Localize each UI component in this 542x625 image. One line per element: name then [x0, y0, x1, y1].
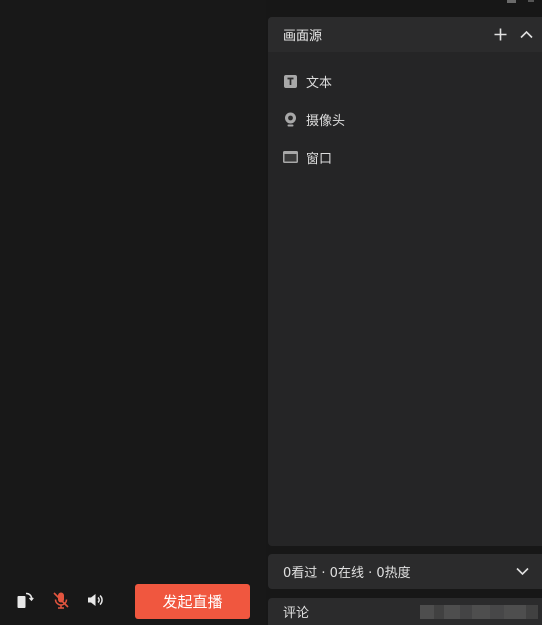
stats-bar[interactable]: 0看过 · 0在线 · 0热度 [268, 554, 542, 589]
minimize-icon[interactable] [507, 0, 516, 3]
comments-bar[interactable]: 评论 [268, 598, 542, 625]
comments-label: 评论 [283, 606, 310, 621]
go-live-button[interactable]: 发起直播 [135, 584, 250, 619]
volume-icon[interactable] [85, 590, 105, 610]
chevron-down-icon[interactable] [512, 562, 532, 582]
chevron-up-icon[interactable] [516, 25, 536, 45]
source-item-camera[interactable]: 摄像头 [268, 100, 542, 138]
source-item-label: 摄像头 [306, 113, 346, 129]
window-icon [283, 150, 298, 165]
source-list: 文本 摄像头 窗口 [268, 52, 542, 176]
sources-title: 画面源 [283, 29, 323, 44]
live-studio-window: 画面源 文本 摄像头 窗口 0看过 · 0在线 · 0热度 评论 发起直播 [0, 0, 542, 625]
stats-text: 0看过 · 0在线 · 0热度 [283, 566, 411, 581]
sources-panel: 画面源 文本 摄像头 窗口 [268, 17, 542, 546]
text-icon [283, 74, 298, 89]
rotate-screen-icon[interactable] [15, 590, 35, 610]
source-item-label: 文本 [306, 75, 333, 91]
camera-icon [283, 112, 298, 127]
redacted-text [420, 604, 538, 619]
source-item-window[interactable]: 窗口 [268, 138, 542, 176]
window-controls [502, 0, 542, 6]
mic-muted-icon[interactable] [51, 590, 71, 610]
preview-area [0, 0, 266, 625]
sources-header: 画面源 [268, 17, 542, 52]
plus-icon[interactable] [490, 25, 510, 45]
source-item-text[interactable]: 文本 [268, 62, 542, 100]
close-icon[interactable] [528, 0, 534, 2]
source-item-label: 窗口 [306, 151, 333, 167]
